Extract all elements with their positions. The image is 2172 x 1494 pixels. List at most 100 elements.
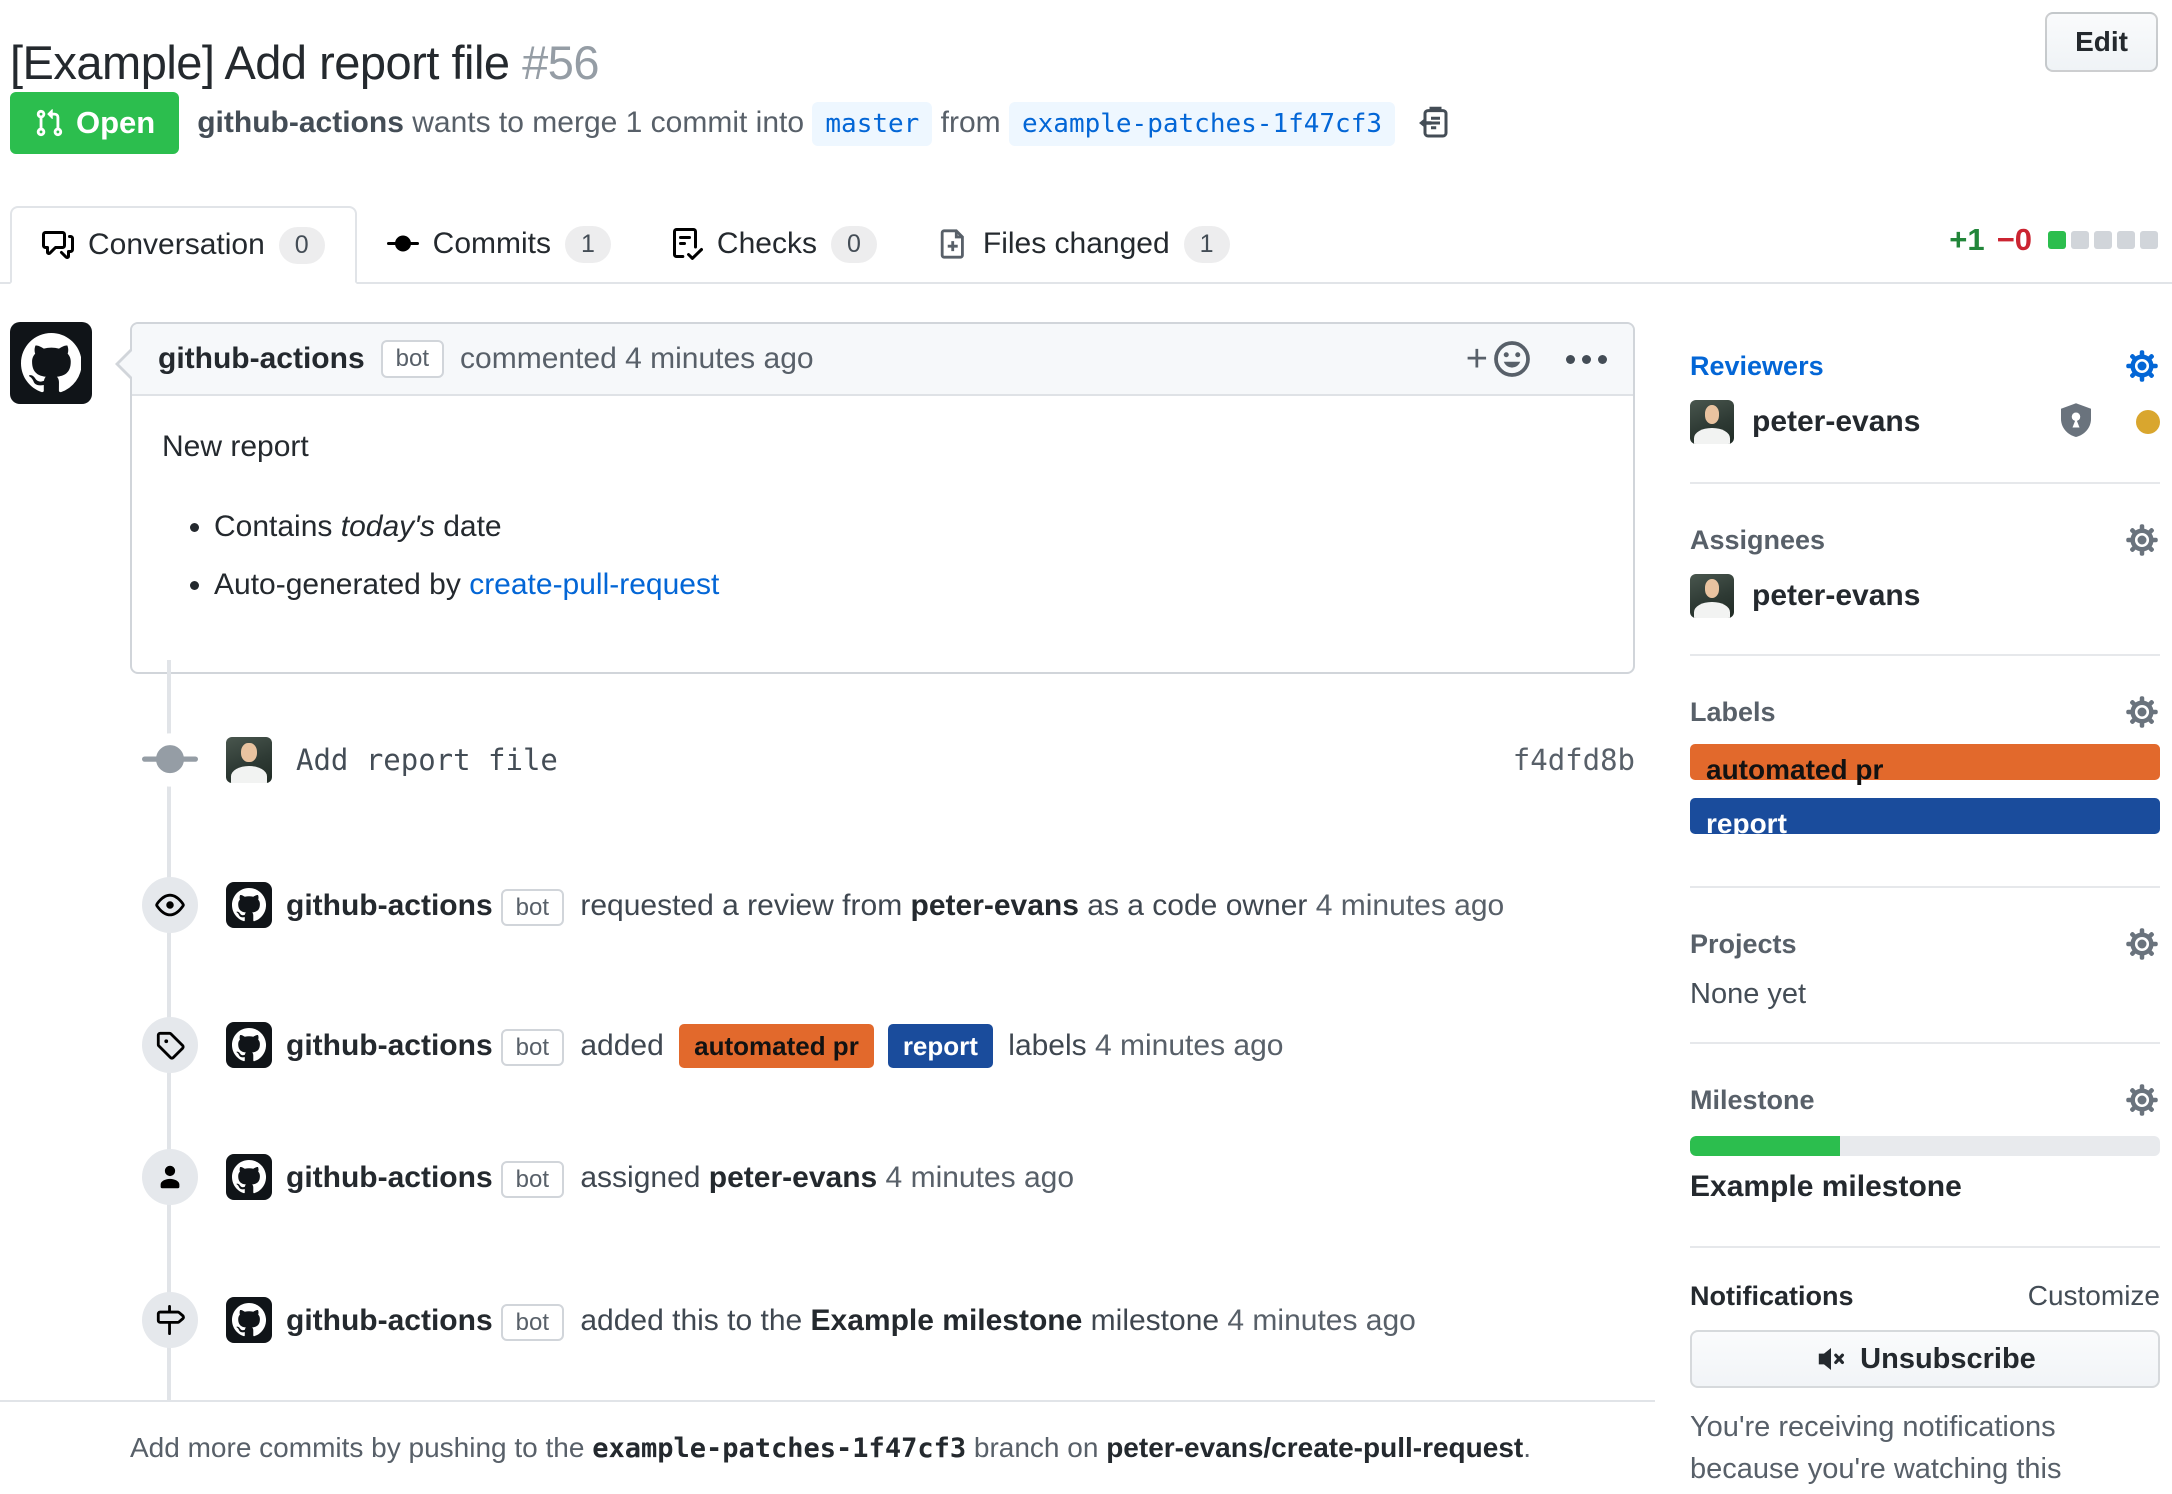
tab-checks[interactable]: Checks 0 [641, 206, 907, 282]
event-milestone-name[interactable]: Example milestone [811, 1304, 1083, 1337]
status-badge: Open [10, 92, 179, 154]
divider [1690, 654, 2160, 656]
reviewers-heading[interactable]: Reviewers [1690, 351, 1824, 382]
avatar[interactable] [1690, 574, 1734, 618]
gear-icon[interactable] [2124, 926, 2160, 962]
plus-sign: + [1466, 340, 1488, 378]
mute-icon [1814, 1343, 1846, 1375]
tab-files-changed[interactable]: Files changed 1 [907, 206, 1260, 282]
event-text: github-actionsbot assigned peter-evans 4… [286, 1158, 1074, 1197]
tab-count: 0 [279, 227, 325, 264]
status-badge-label: Open [76, 105, 155, 141]
customize-link[interactable]: Customize [2028, 1280, 2160, 1312]
reviewer-row: peter-evans [1690, 400, 2160, 444]
avatar[interactable] [226, 1297, 272, 1343]
bot-badge: bot [501, 1161, 564, 1198]
event-time[interactable]: 4 minutes ago [1095, 1029, 1283, 1062]
create-pull-request-link[interactable]: create-pull-request [469, 568, 719, 601]
assignee-name[interactable]: peter-evans [1752, 579, 1920, 613]
gear-icon[interactable] [2124, 694, 2160, 730]
label-automated-pr[interactable]: automated pr [1690, 744, 2160, 780]
comment-actions: + [1466, 339, 1607, 379]
assignees-section-header: Assignees [1690, 522, 2160, 558]
commit-message[interactable]: Add report file [296, 743, 1513, 777]
avatar[interactable] [226, 882, 272, 928]
unsubscribe-button[interactable]: Unsubscribe [1690, 1330, 2160, 1388]
push-hint-branch: example-patches-1f47cf3 [592, 1433, 966, 1464]
committer-avatar[interactable] [226, 737, 272, 783]
divider [1690, 1042, 2160, 1044]
commit-node-icon [142, 732, 198, 788]
timeline-event-milestoned: github-actionsbot added this to the Exam… [142, 1292, 1635, 1348]
timeline-event-assigned: github-actionsbot assigned peter-evans 4… [142, 1149, 1635, 1205]
gear-icon[interactable] [2124, 348, 2160, 384]
push-hint: Add more commits by pushing to the examp… [130, 1432, 1531, 1464]
avatar[interactable] [1690, 400, 1734, 444]
bullet-text: Auto-generated by [214, 568, 469, 601]
push-hint-text: Add more commits by pushing to the [130, 1432, 592, 1463]
pr-number: #56 [522, 36, 599, 89]
commit-sha[interactable]: f4dfd8b [1513, 743, 1635, 777]
event-time[interactable]: 4 minutes ago [1227, 1304, 1415, 1337]
sidebar: Reviewers peter-evans Assignees peter-ev… [1690, 340, 2160, 1494]
timeline-event-review-requested: github-actionsbot requested a review fro… [142, 877, 1635, 933]
eye-icon [142, 877, 198, 933]
notifications-note: You're receiving notifications because y… [1690, 1406, 2160, 1494]
assignees-heading: Assignees [1690, 525, 1825, 556]
event-user[interactable]: peter-evans [709, 1161, 877, 1194]
gear-icon[interactable] [2124, 1082, 2160, 1118]
pr-title-text: [Example] Add report file [10, 36, 510, 89]
kebab-menu-icon[interactable] [1566, 355, 1607, 364]
projects-section-header: Projects [1690, 926, 2160, 962]
event-time[interactable]: 4 minutes ago [877, 1161, 1074, 1194]
head-branch-label[interactable]: example-patches-1f47cf3 [1009, 102, 1395, 146]
diff-stat: +1 −0 [1949, 222, 2158, 258]
pull-request-page: [Example] Add report file #56 Edit Open … [0, 0, 2172, 1494]
milestone-heading: Milestone [1690, 1085, 1815, 1116]
gear-icon[interactable] [2124, 522, 2160, 558]
milestone-name[interactable]: Example milestone [1690, 1170, 2160, 1204]
commit-icon [387, 228, 419, 260]
additions-count: +1 [1949, 222, 1984, 258]
pr-author[interactable]: github-actions [197, 106, 404, 139]
event-user[interactable]: peter-evans [911, 889, 1079, 922]
label-automated-pr[interactable]: automated pr [679, 1024, 874, 1068]
label-report[interactable]: report [888, 1024, 993, 1068]
event-segment: labels [1000, 1029, 1095, 1062]
event-author[interactable]: github-actions [286, 889, 493, 922]
labels-section-header: Labels [1690, 694, 2160, 730]
edit-button[interactable]: Edit [2045, 12, 2158, 72]
notifications-heading: Notifications [1690, 1281, 1854, 1312]
reviewer-name[interactable]: peter-evans [1752, 405, 1920, 439]
comment-icon [42, 229, 74, 261]
avatar[interactable] [226, 1022, 272, 1068]
pr-meta-row: Open github-actions wants to merge 1 com… [10, 92, 1453, 154]
comment-header: github-actions bot commented 4 minutes a… [132, 324, 1633, 396]
tab-conversation[interactable]: Conversation 0 [10, 206, 357, 284]
github-octocat-icon [232, 1028, 266, 1062]
github-octocat-icon [232, 1160, 266, 1194]
bot-badge: bot [381, 340, 444, 379]
bot-badge: bot [501, 1304, 564, 1341]
add-reaction-button[interactable]: + [1466, 339, 1532, 379]
event-author[interactable]: github-actions [286, 1304, 493, 1337]
event-author[interactable]: github-actions [286, 1029, 493, 1062]
tab-label: Conversation [88, 228, 265, 262]
reviewers-section-header: Reviewers [1690, 348, 2160, 384]
avatar[interactable] [226, 1154, 272, 1200]
bullet-emphasis: today's [341, 510, 435, 543]
divider [1690, 886, 2160, 888]
meta-mid-text: wants to merge 1 commit into [404, 106, 813, 139]
tab-commits[interactable]: Commits 1 [357, 206, 641, 282]
copy-branch-icon[interactable] [1417, 105, 1453, 141]
event-author[interactable]: github-actions [286, 1161, 493, 1194]
page-title: [Example] Add report file #56 [10, 35, 599, 90]
label-report[interactable]: report [1690, 798, 2160, 834]
avatar[interactable] [10, 322, 92, 404]
event-time[interactable]: 4 minutes ago [1316, 889, 1504, 922]
base-branch-label[interactable]: master [812, 102, 932, 146]
tab-count: 1 [1184, 226, 1230, 263]
comment-author[interactable]: github-actions [158, 342, 365, 376]
pr-meta-text: github-actions wants to merge 1 commit i… [197, 106, 1395, 140]
person-icon [142, 1149, 198, 1205]
